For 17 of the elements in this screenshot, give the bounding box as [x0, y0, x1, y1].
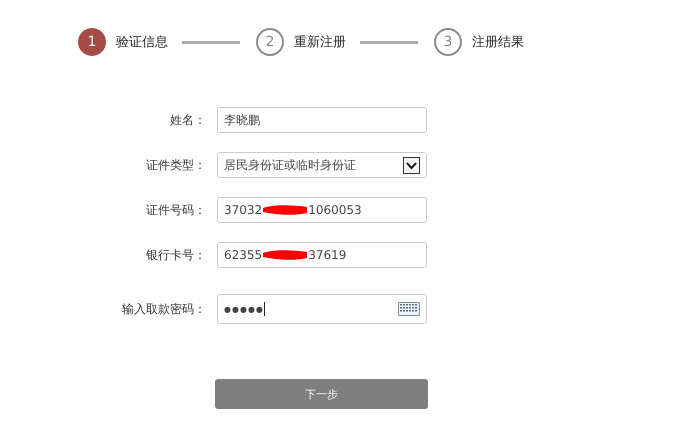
- field-label: 姓名：: [169, 112, 207, 128]
- step-label: 注册结果: [472, 34, 524, 51]
- id-type-select[interactable]: 居民身份证或临时身份证: [217, 152, 427, 178]
- step-number: 3: [434, 28, 462, 56]
- name-field[interactable]: 李晓鹏: [217, 107, 427, 133]
- step-number: 2: [256, 28, 284, 56]
- password-field[interactable]: ●●●●●: [217, 294, 427, 324]
- next-button[interactable]: 下一步: [215, 379, 428, 409]
- step-label: 重新注册: [294, 34, 346, 51]
- step-label: 验证信息: [116, 34, 168, 51]
- number-field[interactable]: 62355 37619: [217, 242, 427, 268]
- field-label: 输入取款密码：: [121, 300, 207, 318]
- field-label: 证件号码：: [145, 202, 207, 218]
- number-field[interactable]: 37032 1060053: [217, 197, 427, 223]
- field-label: 证件类型：: [145, 156, 207, 174]
- field-label: 银行卡号：: [145, 246, 207, 264]
- step-number: 1: [78, 28, 106, 56]
